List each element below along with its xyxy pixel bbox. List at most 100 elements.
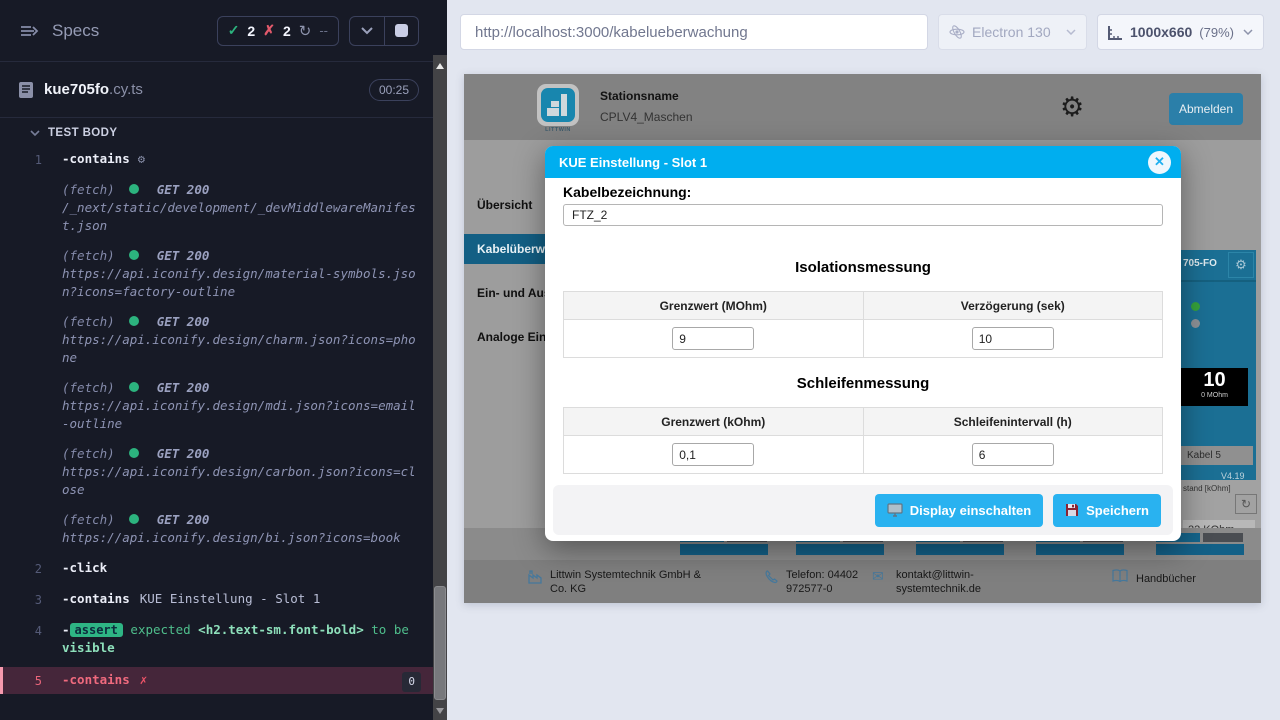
device-gear-icon[interactable]: ⚙ [1228,252,1254,278]
cable-label: Kabel 5 [1181,446,1253,465]
status-ok-icon [129,448,139,458]
viewport-size: 1000x660 [1130,24,1192,40]
reporter-scrollbar [433,0,447,720]
app-header: LITTWIN Stationsname CPLV4_Maschen ⚙ Abm… [464,74,1261,140]
phone-icon [764,570,778,584]
url-bar[interactable]: http://localhost:3000/kabelueberwachung [460,14,928,50]
fetch-url: https://api.iconify.design/material-symb… [62,266,416,299]
footer-email[interactable]: kontakt@littwin-systemtechnik.de [896,568,1016,596]
chevron-down-icon [1066,29,1076,35]
isolation-col1-header: Grenzwert (MOhm) [564,292,864,320]
isolation-limit-input[interactable] [672,327,754,350]
cable-name-input[interactable] [563,204,1163,226]
loop-interval-input[interactable] [972,443,1054,466]
passed-icon: ✓ [228,22,240,39]
status-ok-icon [129,316,139,326]
status-ok-icon [129,382,139,392]
device-title: 705-FO [1183,258,1217,269]
command-contains-3[interactable]: 3 -containsKUE Einstellung - Slot 1 [0,588,433,611]
assert-mid: to be [371,622,409,637]
refresh-icon[interactable]: ↻ [1235,494,1257,514]
spec-duration-badge: 00:25 [369,79,419,101]
error-x-icon: ✗ [140,672,148,687]
command-name: -contains [62,151,130,166]
factory-icon [528,570,543,584]
viewport-zoom: (79%) [1199,25,1234,40]
browser-selector[interactable]: Electron 130 [938,14,1087,50]
status-ok-icon [129,514,139,524]
scroll-down-arrow[interactable] [436,708,444,714]
test-stats: ✓ 2 ✗ 2 ↻ -- [217,16,339,46]
save-button[interactable]: Speichern [1053,494,1161,527]
command-contains-failed[interactable]: 5 -contains✗ 0 [0,667,433,694]
kue-settings-modal: KUE Einstellung - Slot 1 ✕ Kabelbezeichn… [545,146,1181,541]
command-name: -click [62,560,107,575]
command-name: -contains [62,672,130,687]
fetch-log-2[interactable]: (fetch) GET 200 https://api.iconify.desig… [0,245,433,303]
modal-title: KUE Einstellung - Slot 1 [559,155,707,170]
chevron-down-icon [30,130,40,137]
logo-icon [541,88,575,122]
logout-button[interactable]: Abmelden [1169,93,1243,125]
fetch-log-5[interactable]: (fetch)GET 200 https://api.iconify.desig… [0,443,433,501]
viewport-selector[interactable]: 1000x660 (79%) [1097,14,1264,50]
footer-company: Littwin Systemtechnik GmbH & Co. KG [550,568,702,596]
command-click[interactable]: 2 -click [0,557,433,580]
sidebar-item-uebersicht[interactable]: Übersicht [477,198,532,212]
isolation-col2-header: Verzögerung (sek) [863,292,1163,320]
status-ok-icon [129,184,139,194]
fetch-label: (fetch) [62,314,115,329]
measurement-value: 10 [1181,368,1248,392]
stop-button[interactable] [384,17,418,45]
runner-controls [349,16,419,46]
spec-file-icon [18,81,34,99]
book-icon [1112,569,1128,582]
command-assert[interactable]: 4 -assert expected <h2.text-sm.font-bold… [0,619,433,659]
kue-device-card: 705-FO ⚙ 10 0 MOhm Kabel 5 V4.19 [1181,250,1256,480]
settings-gear-icon[interactable]: ⚙ [1060,92,1084,123]
specs-title[interactable]: Specs [52,21,99,41]
fetch-log-4[interactable]: (fetch)GET 200 https://api.iconify.desig… [0,377,433,435]
fetch-log-3[interactable]: (fetch)GET 200 https://api.iconify.desig… [0,311,433,369]
isolation-table: Grenzwert (MOhm) Verzögerung (sek) [563,291,1163,358]
fetch-status: GET 200 [157,380,210,395]
url-text: http://localhost:3000/kabelueberwachung [475,24,748,41]
footer-phone: Telefon: 04402 972577-0 [786,568,878,596]
collapse-button[interactable] [350,17,384,45]
electron-icon [949,24,965,40]
display-on-label: Display einschalten [910,503,1031,518]
loop-resistance-label: stand [kOhm] [1183,484,1231,493]
assert-selector: <h2.text-sm.font-bold> [198,622,364,637]
station-name: CPLV4_Maschen [600,110,693,124]
measurement-display: 10 0 MOhm [1181,368,1248,406]
isolation-delay-input[interactable] [972,327,1054,350]
command-number: 2 [0,559,62,578]
scrollbar-thumb[interactable] [434,586,446,700]
failed-count: 2 [283,23,291,39]
fetch-status: GET 200 [157,314,210,329]
station-label: Stationsname [600,89,679,103]
fetch-label: (fetch) [62,380,115,395]
display-on-button[interactable]: Display einschalten [875,494,1043,527]
fetch-label: (fetch) [62,248,115,263]
scroll-up-arrow[interactable] [436,63,444,69]
scrollbar-track[interactable] [433,55,447,720]
footer-manuals[interactable]: Handbücher [1136,572,1196,586]
littwin-logo [537,84,579,126]
fetch-log-6[interactable]: (fetch)GET 200 https://api.iconify.desig… [0,509,433,549]
test-body-toggle[interactable]: TEST BODY [0,118,433,148]
spec-basename: kue705fo [44,81,109,98]
specs-menu-icon[interactable] [20,23,40,39]
command-contains-1[interactable]: 1 -contains⚙ [0,148,433,171]
close-icon[interactable]: ✕ [1148,151,1171,174]
loop-limit-input[interactable] [672,443,754,466]
fetch-status: GET 200 [157,248,210,263]
fetch-log-1[interactable]: (fetch)GET 200 /_next/static/development… [0,179,433,237]
isolation-section-title: Isolationsmessung [563,259,1163,276]
spec-row[interactable]: kue705fo.cy.ts 00:25 [0,62,433,118]
ruler-icon [1108,25,1123,40]
fetch-label: (fetch) [62,182,115,197]
email-icon: ✉ [872,568,884,585]
fetch-url: https://api.iconify.design/bi.json?icons… [62,530,401,545]
failed-icon: ✗ [263,22,275,39]
